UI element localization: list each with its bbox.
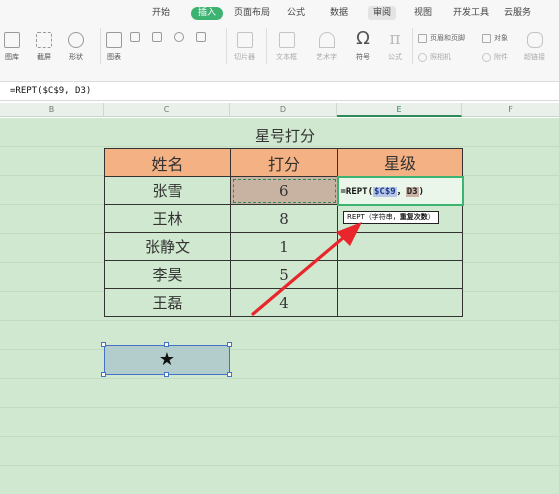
resize-handle[interactable] bbox=[101, 342, 106, 347]
arrow-shaft bbox=[251, 230, 352, 316]
resize-handle[interactable] bbox=[227, 372, 232, 377]
star-symbol-cell[interactable]: ★ bbox=[104, 345, 230, 375]
annotation-arrow bbox=[251, 222, 362, 316]
resize-handle[interactable] bbox=[164, 342, 169, 347]
resize-handle[interactable] bbox=[101, 372, 106, 377]
resize-handle[interactable] bbox=[164, 372, 169, 377]
resize-handle[interactable] bbox=[227, 342, 232, 347]
